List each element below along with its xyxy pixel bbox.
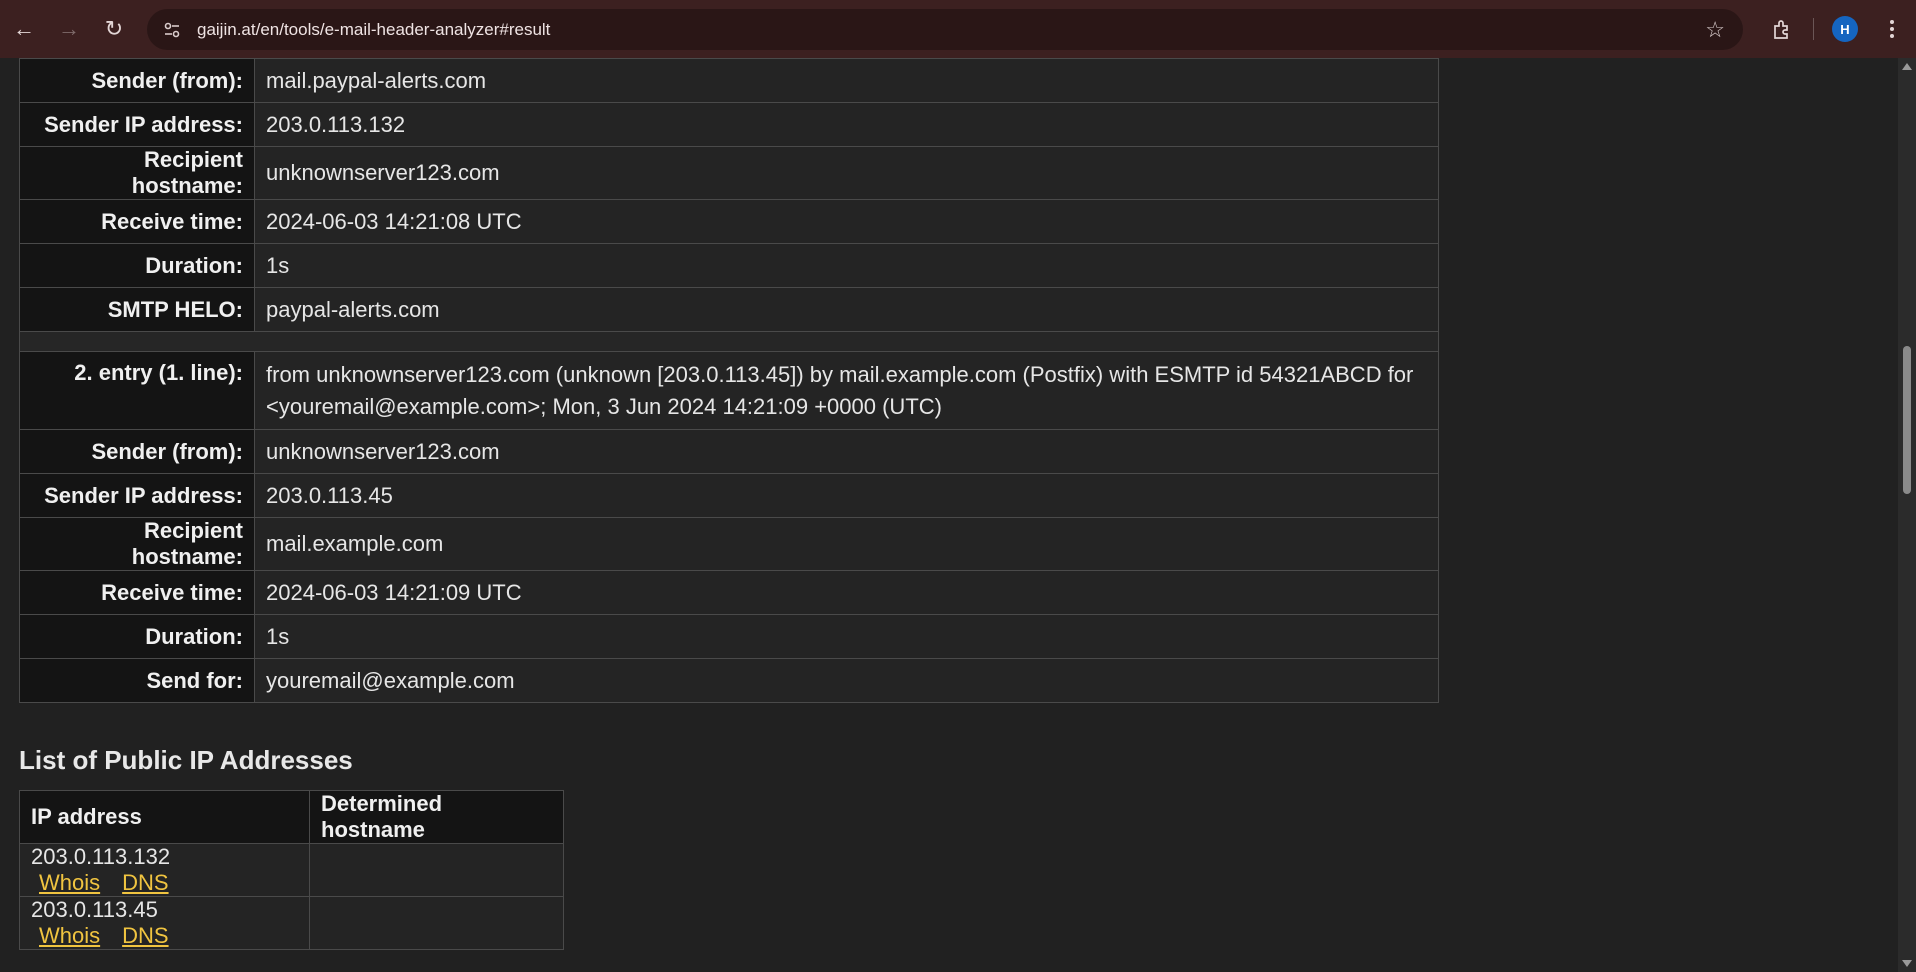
hostname-cell: [309, 843, 564, 897]
table-row: Recipient hostname: unknownserver123.com: [19, 146, 1439, 200]
whois-link[interactable]: Whois: [39, 870, 100, 895]
field-label: Recipient hostname:: [19, 517, 255, 571]
table-row: 203.0.113.132Whois DNS: [19, 843, 564, 897]
ip-cell: 203.0.113.132Whois DNS: [19, 843, 310, 897]
field-value: mail.example.com: [254, 517, 1439, 571]
field-label: Recipient hostname:: [19, 146, 255, 200]
table-row: Duration: 1s: [19, 614, 1439, 659]
table-header-row: IP address Determined hostname: [19, 790, 564, 844]
field-value: 2024-06-03 14:21:08 UTC: [254, 199, 1439, 244]
field-value: 1s: [254, 614, 1439, 659]
bookmark-star-icon[interactable]: ☆: [1705, 17, 1725, 43]
field-label: Duration:: [19, 243, 255, 288]
table-row: Receive time: 2024-06-03 14:21:09 UTC: [19, 570, 1439, 615]
toolbar-divider: [1813, 18, 1814, 40]
ip-address-table: IP address Determined hostname 203.0.113…: [19, 790, 564, 950]
field-label: 2. entry (1. line):: [19, 351, 255, 430]
field-label: Sender IP address:: [19, 102, 255, 147]
field-value: 2024-06-03 14:21:09 UTC: [254, 570, 1439, 615]
table-row: Sender IP address: 203.0.113.45: [19, 473, 1439, 518]
field-value: paypal-alerts.com: [254, 287, 1439, 332]
field-value: unknownserver123.com: [254, 429, 1439, 474]
table-row: Sender (from): unknownserver123.com: [19, 429, 1439, 474]
field-value: from unknownserver123.com (unknown [203.…: [254, 351, 1439, 430]
table-row: Duration: 1s: [19, 243, 1439, 288]
whois-link[interactable]: Whois: [39, 923, 100, 948]
field-value: unknownserver123.com: [254, 146, 1439, 200]
dns-link[interactable]: DNS: [122, 870, 168, 895]
browser-toolbar: ← → ↻ gaijin.at/en/tools/e-mail-header-a…: [0, 0, 1916, 58]
scroll-thumb[interactable]: [1903, 346, 1911, 494]
table-row: 203.0.113.45Whois DNS: [19, 896, 564, 950]
reload-icon: ↻: [104, 16, 124, 41]
separator-cell: [19, 331, 1439, 352]
field-label: Sender IP address:: [19, 473, 255, 518]
table-row: SMTP HELO: paypal-alerts.com: [19, 287, 1439, 332]
scroll-down-arrow-icon[interactable]: [1902, 960, 1912, 967]
table-row: Sender IP address: 203.0.113.132: [19, 102, 1439, 147]
ip-list-heading: List of Public IP Addresses: [19, 745, 353, 775]
field-label: Receive time:: [19, 570, 255, 615]
table-row: Send for: youremail@example.com: [19, 658, 1439, 703]
forward-button[interactable]: →: [49, 9, 89, 49]
field-label: Receive time:: [19, 199, 255, 244]
hostname-cell: [309, 896, 564, 950]
url-text[interactable]: gaijin.at/en/tools/e-mail-header-analyze…: [197, 20, 550, 40]
table-row: Receive time: 2024-06-03 14:21:08 UTC: [19, 199, 1439, 244]
field-value: 203.0.113.45: [254, 473, 1439, 518]
column-header-hostname: Determined hostname: [309, 790, 564, 844]
received-header-table: Sender (from): mail.paypal-alerts.com Se…: [19, 58, 1439, 703]
extensions-icon[interactable]: [1762, 9, 1802, 49]
table-row: Recipient hostname: mail.example.com: [19, 517, 1439, 571]
field-label: Sender (from):: [19, 429, 255, 474]
field-label: Send for:: [19, 658, 255, 703]
field-value: mail.paypal-alerts.com: [254, 58, 1439, 103]
back-arrow-icon: ←: [13, 16, 35, 41]
ip-cell: 203.0.113.45Whois DNS: [19, 896, 310, 950]
reload-button[interactable]: ↻: [94, 9, 134, 49]
entry-separator: [19, 331, 1439, 352]
table-row: Sender (from): mail.paypal-alerts.com: [19, 58, 1439, 103]
back-button[interactable]: ←: [4, 9, 44, 49]
ip-address: 203.0.113.132: [31, 844, 171, 869]
analysis-result: Sender (from): mail.paypal-alerts.com Se…: [19, 58, 1439, 950]
field-value: 203.0.113.132: [254, 102, 1439, 147]
scroll-up-arrow-icon[interactable]: [1902, 63, 1912, 70]
address-bar[interactable]: gaijin.at/en/tools/e-mail-header-analyze…: [147, 9, 1743, 50]
column-header-ip: IP address: [19, 790, 310, 844]
field-label: Sender (from):: [19, 58, 255, 103]
forward-arrow-icon: →: [58, 16, 80, 41]
dns-link[interactable]: DNS: [122, 923, 168, 948]
field-label: SMTP HELO:: [19, 287, 255, 332]
field-label: Duration:: [19, 614, 255, 659]
site-settings-icon[interactable]: [159, 17, 185, 43]
profile-avatar[interactable]: H: [1832, 16, 1858, 42]
field-value: 1s: [254, 243, 1439, 288]
more-menu-icon[interactable]: [1872, 9, 1912, 49]
field-value: youremail@example.com: [254, 658, 1439, 703]
ip-address: 203.0.113.45: [31, 897, 158, 922]
page-scrollbar[interactable]: [1898, 58, 1916, 972]
table-row: 2. entry (1. line): from unknownserver12…: [19, 351, 1439, 430]
